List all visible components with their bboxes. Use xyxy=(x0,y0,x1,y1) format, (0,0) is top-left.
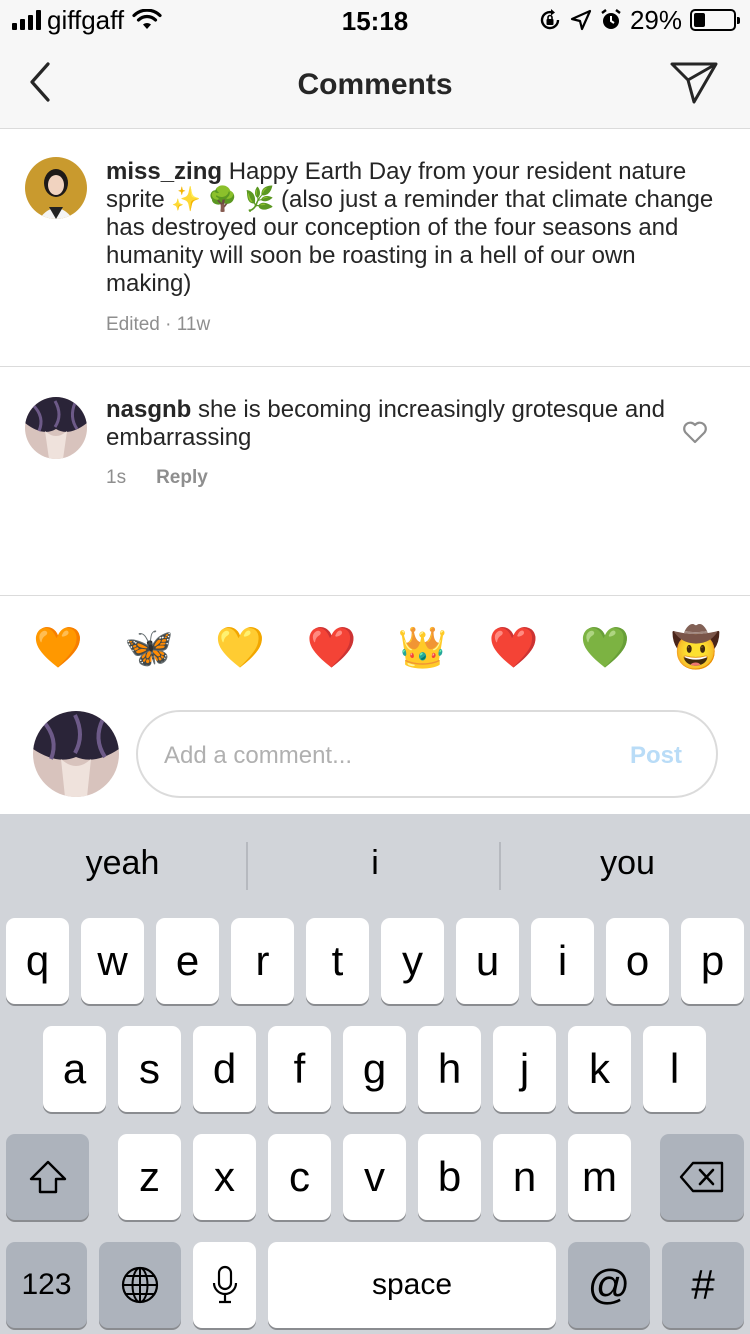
key-w[interactable]: w xyxy=(81,918,144,1004)
divider xyxy=(499,842,501,890)
key-k[interactable]: k xyxy=(568,1026,631,1112)
key-c[interactable]: c xyxy=(268,1134,331,1220)
emoji-button[interactable]: 🤠 xyxy=(668,622,724,700)
key-g[interactable]: g xyxy=(343,1026,406,1112)
suggestion-bar: yeah i you xyxy=(0,814,750,914)
emoji-button[interactable]: ❤️ xyxy=(303,622,359,700)
emoji-reaction-bar: 🧡 🦋 💛 ❤️ 👑 ❤️ 💚 🤠 xyxy=(0,595,750,700)
key-u[interactable]: u xyxy=(456,918,519,1004)
key-p[interactable]: p xyxy=(681,918,744,1004)
key-j[interactable]: j xyxy=(493,1026,556,1112)
globe-icon xyxy=(121,1266,159,1304)
key-o[interactable]: o xyxy=(606,918,669,1004)
comment-text: nasgnb she is becoming increasingly grot… xyxy=(106,396,666,452)
comment-composer: Add a comment... Post xyxy=(0,700,750,814)
key-n[interactable]: n xyxy=(493,1134,556,1220)
key-a[interactable]: a xyxy=(43,1026,106,1112)
key-q[interactable]: q xyxy=(6,918,69,1004)
emoji-button[interactable]: 🦋 xyxy=(121,622,177,700)
alarm-icon xyxy=(601,9,621,29)
avatar[interactable] xyxy=(25,397,87,459)
key-t[interactable]: t xyxy=(306,918,369,1004)
emoji-button[interactable]: 🧡 xyxy=(30,622,86,700)
nav-bar: Comments xyxy=(0,40,750,129)
heart-icon[interactable] xyxy=(682,420,708,444)
backspace-icon xyxy=(679,1161,724,1193)
avatar[interactable] xyxy=(25,157,87,219)
hash-key[interactable]: # xyxy=(662,1242,744,1328)
microphone-key[interactable] xyxy=(193,1242,256,1328)
rotation-lock-icon xyxy=(540,9,560,30)
microphone-icon xyxy=(212,1265,237,1304)
key-f[interactable]: f xyxy=(268,1026,331,1112)
key-h[interactable]: h xyxy=(418,1026,481,1112)
emoji-button[interactable]: ❤️ xyxy=(486,622,542,700)
key-e[interactable]: e xyxy=(156,918,219,1004)
reply-button[interactable]: Reply xyxy=(156,467,208,488)
post-button[interactable]: Post xyxy=(630,742,682,770)
key-b[interactable]: b xyxy=(418,1134,481,1220)
keyboard: yeah i you q w e r t y u i o p a s d f g… xyxy=(0,814,750,1334)
suggestion-item[interactable]: you xyxy=(545,844,710,883)
key-r[interactable]: r xyxy=(231,918,294,1004)
at-key[interactable]: @ xyxy=(568,1242,650,1328)
backspace-key[interactable] xyxy=(660,1134,744,1220)
emoji-button[interactable]: 💛 xyxy=(212,622,268,700)
comment-time: 1s xyxy=(106,467,127,488)
comment-meta: 1s Reply xyxy=(106,467,208,489)
location-icon xyxy=(570,9,592,31)
comment-input-placeholder: Add a comment... xyxy=(164,742,353,769)
shift-icon xyxy=(29,1160,66,1194)
username[interactable]: nasgnb xyxy=(106,396,191,423)
key-l[interactable]: l xyxy=(643,1026,706,1112)
username[interactable]: miss_zing xyxy=(106,158,222,185)
page-title: Comments xyxy=(297,68,453,101)
emoji-button[interactable]: 💚 xyxy=(577,622,633,700)
battery-percent: 29% xyxy=(629,4,682,35)
space-key[interactable]: space xyxy=(268,1242,556,1328)
key-x[interactable]: x xyxy=(193,1134,256,1220)
key-z[interactable]: z xyxy=(118,1134,181,1220)
shift-key[interactable] xyxy=(6,1134,89,1220)
caption-text: miss_zing Happy Earth Day from your resi… xyxy=(106,158,726,298)
globe-key[interactable] xyxy=(99,1242,181,1328)
key-v[interactable]: v xyxy=(343,1134,406,1220)
avatar xyxy=(33,711,119,797)
numbers-key[interactable]: 123 xyxy=(6,1242,87,1328)
key-d[interactable]: d xyxy=(193,1026,256,1112)
battery-icon xyxy=(690,9,740,31)
caption-comment: miss_zing Happy Earth Day from your resi… xyxy=(0,130,750,367)
key-y[interactable]: y xyxy=(381,918,444,1004)
suggestion-item[interactable]: i xyxy=(290,844,460,883)
key-m[interactable]: m xyxy=(568,1134,631,1220)
suggestion-item[interactable]: yeah xyxy=(40,844,205,883)
emoji-button[interactable]: 👑 xyxy=(395,622,451,700)
status-bar: giffgaff 15:18 29% xyxy=(0,0,750,40)
key-s[interactable]: s xyxy=(118,1026,181,1112)
divider xyxy=(246,842,248,890)
key-i[interactable]: i xyxy=(531,918,594,1004)
caption-meta: Edited · 11w xyxy=(106,314,211,335)
status-right: 29% xyxy=(538,4,740,35)
comment-input[interactable]: Add a comment... Post xyxy=(136,710,718,798)
paper-plane-icon[interactable] xyxy=(668,58,720,106)
